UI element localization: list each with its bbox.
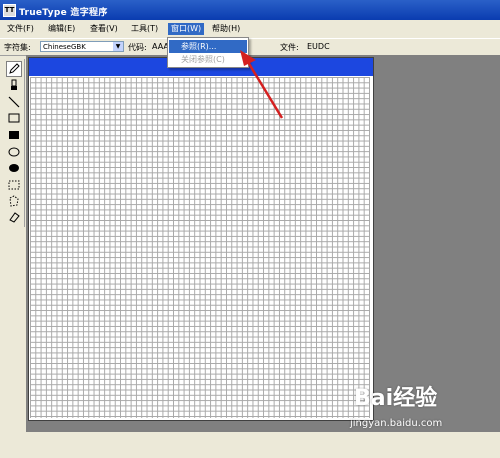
menu-edit[interactable]: 编辑(E) xyxy=(45,23,78,35)
line-icon[interactable] xyxy=(7,95,21,109)
window-title: TrueType 造字程序 xyxy=(19,8,108,18)
brush-icon[interactable] xyxy=(7,78,21,92)
watermark: Bai经验 jingyan.baidu.com xyxy=(346,380,496,440)
freeform-select-icon[interactable] xyxy=(7,194,21,208)
filled-ellipse-icon[interactable] xyxy=(7,161,21,175)
glyph-edit-grid[interactable] xyxy=(30,77,370,418)
menu-bar: 文件(F) 编辑(E) 查看(V) 工具(T) 窗口(W) 帮助(H) xyxy=(0,21,500,36)
watermark-brand: Bai经验 xyxy=(354,386,438,411)
menu-item-close-reference: 关闭参照(C) xyxy=(181,55,225,64)
menu-file[interactable]: 文件(F) xyxy=(4,23,37,35)
eraser-icon[interactable] xyxy=(7,210,21,224)
watermark-url: jingyan.baidu.com xyxy=(350,418,443,429)
pencil-icon[interactable] xyxy=(6,61,22,77)
workspace xyxy=(26,55,500,432)
hollow-ellipse-icon[interactable] xyxy=(7,145,21,159)
charset-label: 字符集: xyxy=(4,43,31,52)
glyph-editor-window xyxy=(28,57,374,421)
title-bar[interactable]: TT TrueType 造字程序 xyxy=(0,0,500,20)
menu-help[interactable]: 帮助(H) xyxy=(209,23,243,35)
chevron-down-icon[interactable]: ▼ xyxy=(113,42,123,51)
charset-select[interactable]: ChineseGBK ▼ xyxy=(40,41,124,52)
menu-tools[interactable]: 工具(T) xyxy=(128,23,161,35)
app-icon: TT xyxy=(3,4,16,17)
code-label: 代码: xyxy=(128,43,147,52)
tool-palette xyxy=(4,59,25,227)
menu-window[interactable]: 窗口(W) xyxy=(168,23,205,35)
hollow-rectangle-icon[interactable] xyxy=(7,111,21,125)
charset-value: ChineseGBK xyxy=(43,43,86,51)
app-window: TT TrueType 造字程序 文件(F) 编辑(E) 查看(V) 工具(T)… xyxy=(0,0,500,458)
file-value: EUDC xyxy=(307,42,330,51)
rect-select-icon[interactable] xyxy=(7,178,21,192)
filled-rectangle-icon[interactable] xyxy=(7,128,21,142)
menu-view[interactable]: 查看(V) xyxy=(87,23,121,35)
window-menu-dropdown: 参照(R)... 关闭参照(C) xyxy=(167,37,249,68)
file-label: 文件: xyxy=(280,43,299,52)
menu-item-reference[interactable]: 参照(R)... xyxy=(169,40,247,53)
info-toolbar: 字符集: ChineseGBK ▼ 代码: AAA1 文件: EUDC xyxy=(0,38,500,56)
